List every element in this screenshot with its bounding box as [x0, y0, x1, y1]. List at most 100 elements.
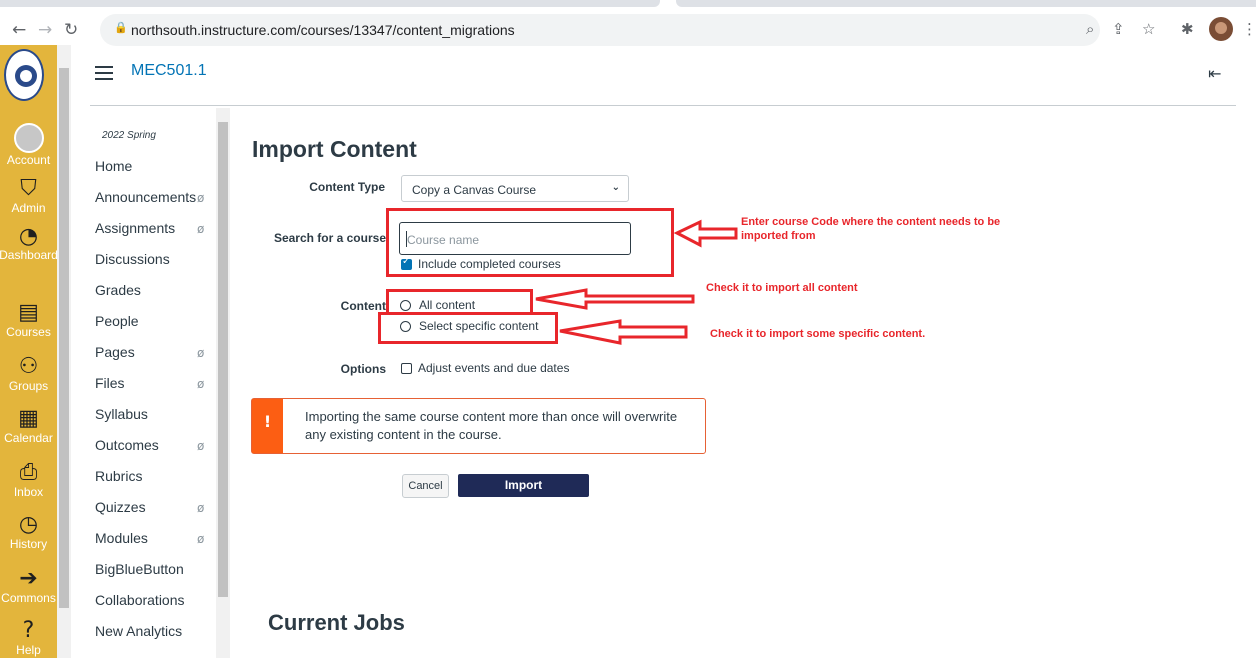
course-nav-item-modules[interactable]: Modules [95, 530, 148, 546]
profile-avatar[interactable] [1209, 17, 1233, 41]
course-nav-item-people[interactable]: People [95, 313, 139, 329]
current-jobs-heading: Current Jobs [268, 610, 405, 635]
global-nav-account[interactable]: Account [0, 123, 57, 167]
hamburger-menu-icon[interactable] [95, 66, 113, 84]
course-nav-item-quizzes[interactable]: Quizzes [95, 499, 146, 515]
url-text[interactable]: northsouth.instructure.com/courses/13347… [131, 22, 515, 38]
institution-logo[interactable] [4, 49, 44, 101]
global-nav-label: Account [6, 153, 51, 167]
course-nav-item-pages[interactable]: Pages [95, 344, 135, 360]
annotation-arrows [535, 219, 738, 345]
content-label: Content [340, 299, 386, 313]
help-icon: ? [22, 618, 35, 643]
collapse-sidebar-icon[interactable]: ⇤ [1208, 64, 1221, 83]
content-type-value: Copy a Canvas Course [412, 183, 537, 197]
alert-message: Importing the same course content more t… [305, 409, 678, 442]
bookmark-star-icon[interactable]: ☆ [1142, 20, 1155, 38]
course-term: 2022 Spring [102, 130, 156, 141]
course-breadcrumb[interactable]: MEC501.1 [131, 62, 207, 80]
global-nav-calendar[interactable]: ▦ Calendar [0, 406, 57, 446]
hidden-eye-icon: ø [197, 377, 205, 391]
course-nav-item-files[interactable]: Files [95, 375, 125, 391]
annotation-note-specific-content: Check it to import some specific content… [710, 328, 926, 340]
global-nav: Account ⛉ Admin ◔ Dashboard ▤ Courses ⚇ … [0, 45, 57, 658]
course-nav-item-home[interactable]: Home [95, 158, 132, 174]
lock-icon[interactable]: 🔒 [114, 21, 128, 34]
hidden-eye-icon: ø [197, 501, 205, 515]
global-nav-scroll-thumb[interactable] [59, 68, 69, 608]
browser-tab[interactable] [0, 0, 660, 7]
hidden-eye-icon: ø [197, 532, 205, 546]
book-icon: ▤ [18, 300, 39, 325]
global-nav-label: Groups [8, 379, 49, 393]
browser-toolbar: ← → ↻ 🔒 northsouth.instructure.com/cours… [0, 0, 1256, 60]
logo-emblem [15, 65, 37, 87]
arrow-left-icon [535, 288, 695, 310]
global-nav-inbox[interactable]: ⎙ Inbox [0, 460, 57, 500]
global-nav-dashboard[interactable]: ◔ Dashboard [0, 225, 57, 262]
content-type-select[interactable]: Copy a Canvas Course ⌄ [401, 175, 629, 202]
forward-icon[interactable]: → [38, 20, 52, 40]
global-nav-label: Commons [1, 591, 56, 605]
calendar-icon: ▦ [18, 406, 39, 431]
course-nav-item-collaborations[interactable]: Collaborations [95, 592, 185, 608]
back-icon[interactable]: ← [12, 20, 26, 40]
global-nav-groups[interactable]: ⚇ Groups [0, 354, 57, 394]
hidden-eye-icon: ø [197, 439, 205, 453]
global-nav-help[interactable]: ? Help [0, 618, 57, 658]
page-title: Import Content [252, 136, 417, 162]
browser-tab[interactable] [676, 0, 1256, 7]
arrow-left-icon [559, 319, 688, 345]
global-nav-label: Courses [6, 325, 51, 339]
course-nav-item-discussions[interactable]: Discussions [95, 251, 170, 267]
annotation-note-all-content: Check it to import all content [706, 282, 858, 294]
global-nav-admin[interactable]: ⛉ Admin [0, 176, 57, 216]
header-divider [90, 105, 1236, 106]
chevron-down-icon: ⌄ [611, 182, 620, 193]
course-nav-item-bigbluebutton[interactable]: BigBlueButton [95, 561, 184, 577]
checkbox-unchecked-icon[interactable] [401, 363, 412, 375]
clock-icon: ◷ [18, 512, 39, 537]
course-nav-item-assignments[interactable]: Assignments [95, 220, 175, 236]
hidden-eye-icon: ø [197, 346, 205, 360]
course-nav-item-syllabus[interactable]: Syllabus [95, 406, 148, 422]
adjust-dates-label: Adjust events and due dates [418, 361, 570, 375]
global-nav-label: History [9, 537, 48, 551]
course-nav-item-grades[interactable]: Grades [95, 282, 141, 298]
course-nav-item-announcements[interactable]: Announcements [95, 189, 196, 205]
shield-icon: ⛉ [20, 176, 37, 201]
content-type-label: Content Type [309, 180, 385, 194]
warning-icon: ! [252, 399, 283, 453]
zoom-icon[interactable]: ⌕ [1086, 20, 1094, 38]
global-nav-commons[interactable]: ➔ Commons [0, 566, 57, 606]
inbox-icon: ⎙ [19, 460, 38, 485]
options-label: Options [340, 362, 386, 376]
course-nav-scroll-thumb[interactable] [218, 122, 228, 597]
commons-icon: ➔ [19, 566, 38, 591]
global-nav-label: Admin [11, 201, 46, 215]
avatar [13, 123, 44, 153]
hidden-eye-icon: ø [197, 222, 205, 236]
global-nav-label: Dashboard [0, 248, 57, 262]
import-button[interactable]: Import [458, 474, 589, 497]
share-icon[interactable]: ⇪ [1112, 20, 1125, 38]
groups-icon: ⚇ [18, 354, 39, 379]
cancel-button[interactable]: Cancel [402, 474, 449, 498]
course-nav-item-outcomes[interactable]: Outcomes [95, 437, 159, 453]
annotation-note-search: Enter course Code where the content need… [741, 216, 1001, 242]
course-nav-item-rubrics[interactable]: Rubrics [95, 468, 142, 484]
global-nav-history[interactable]: ◷ History [0, 512, 57, 552]
reload-icon[interactable]: ↻ [64, 20, 78, 40]
extensions-icon[interactable]: ✱ [1181, 20, 1194, 38]
hidden-eye-icon: ø [197, 191, 205, 205]
menu-dots-icon[interactable]: ⋮ [1242, 20, 1256, 38]
global-nav-courses[interactable]: ▤ Courses [0, 300, 57, 340]
dashboard-icon: ◔ [18, 224, 39, 249]
adjust-dates-checkbox[interactable]: Adjust events and due dates [401, 361, 569, 375]
course-nav-item-new-analytics[interactable]: New Analytics [95, 623, 182, 639]
global-nav-label: Inbox [13, 485, 44, 499]
global-nav-label: Help [16, 643, 41, 657]
arrow-left-icon [673, 219, 738, 248]
global-nav-label: Calendar [4, 431, 53, 445]
search-course-label: Search for a course [273, 231, 386, 245]
